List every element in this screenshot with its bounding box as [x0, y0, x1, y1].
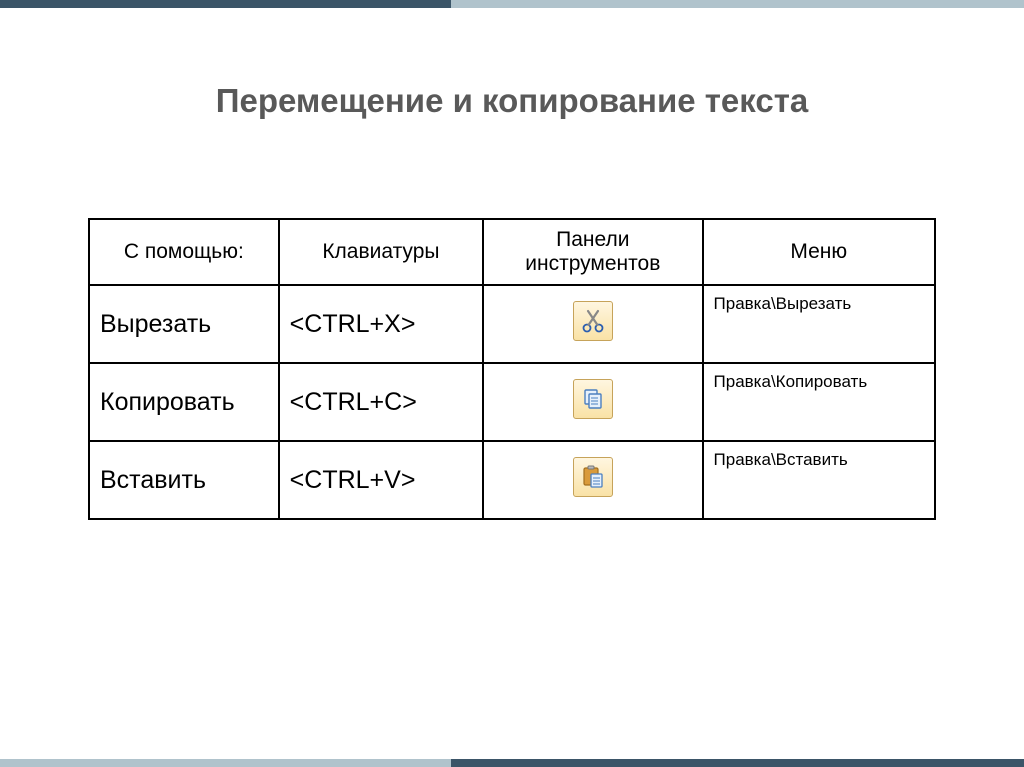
slide-title: Перемещение и копирование текста — [0, 82, 1024, 120]
cell-keyboard: <CTRL+C> — [279, 363, 483, 441]
header-toolbar: Панели инструментов — [483, 219, 702, 285]
table-row: Копировать <CTRL+C> Правка\Копировать — [89, 363, 935, 441]
cell-action: Вставить — [89, 441, 279, 519]
header-with: С помощью: — [89, 219, 279, 285]
cell-keyboard: <CTRL+V> — [279, 441, 483, 519]
cell-toolbar — [483, 441, 702, 519]
paste-icon — [573, 457, 613, 497]
table-row: Вырезать <CTRL+X> Правка\Вырезать — [89, 285, 935, 363]
table-header-row: С помощью: Клавиатуры Панели инструменто… — [89, 219, 935, 285]
copy-icon — [573, 379, 613, 419]
cell-menu: Правка\Вставить — [703, 441, 935, 519]
cell-keyboard: <CTRL+X> — [279, 285, 483, 363]
shortcuts-table: С помощью: Клавиатуры Панели инструменто… — [88, 218, 936, 520]
table-row: Вставить <CTRL+V> Правка\Вставить — [89, 441, 935, 519]
cell-toolbar — [483, 285, 702, 363]
cell-action: Копировать — [89, 363, 279, 441]
cell-action: Вырезать — [89, 285, 279, 363]
cell-menu: Правка\Копировать — [703, 363, 935, 441]
cell-menu: Правка\Вырезать — [703, 285, 935, 363]
slide-bottom-border — [0, 759, 1024, 767]
header-keyboard: Клавиатуры — [279, 219, 483, 285]
cell-toolbar — [483, 363, 702, 441]
header-menu: Меню — [703, 219, 935, 285]
cut-icon — [573, 301, 613, 341]
slide-top-border — [0, 0, 1024, 8]
